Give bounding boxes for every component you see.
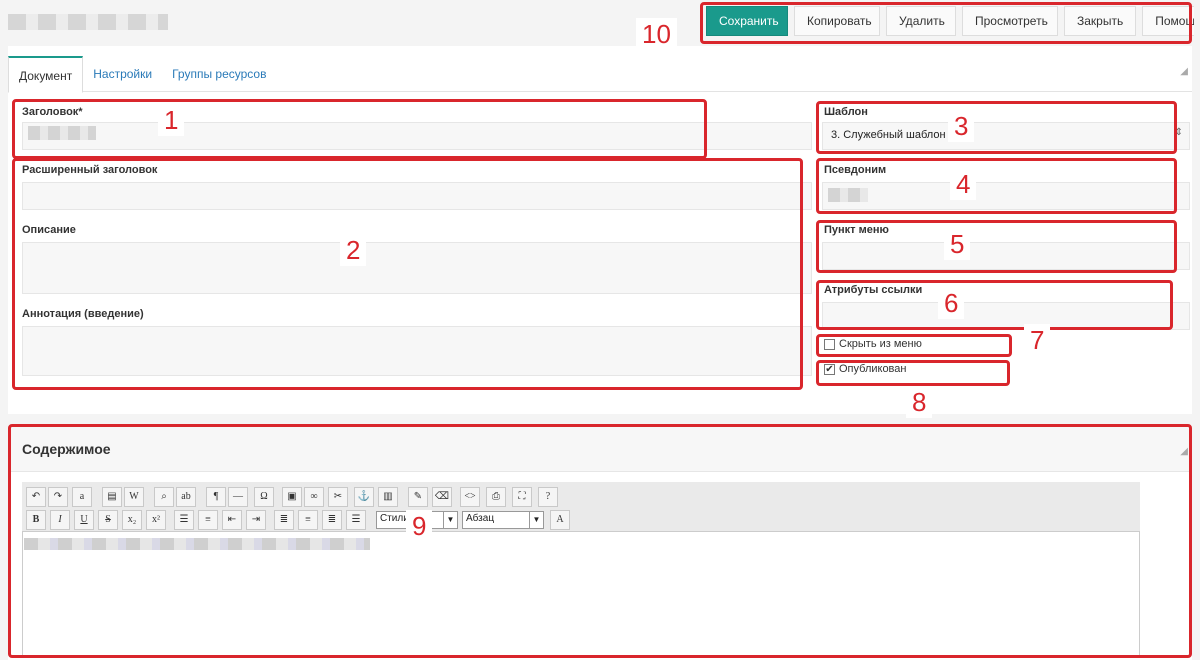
annotation-number-10: 10 [636,18,677,50]
annotation-number-4: 4 [950,168,977,200]
tab-document[interactable]: Документ [8,56,84,93]
annotation-box-1 [12,99,707,159]
annotation-number-6: 6 [938,287,965,319]
annotation-number-1: 1 [158,104,185,136]
document-title-blurred [8,14,168,30]
tab-resource-groups[interactable]: Группы ресурсов [162,56,276,92]
annotation-box-10 [700,2,1192,44]
annotation-number-9: 9 [406,510,433,542]
annotation-box-2 [12,158,803,390]
annotation-box-5 [816,220,1177,273]
annotation-box-8 [816,360,1010,386]
annotation-number-2: 2 [340,234,367,266]
annotation-box-9 [8,424,1192,658]
annotation-number-7: 7 [1024,324,1051,356]
annotation-number-5: 5 [944,228,971,260]
annotation-box-6 [816,280,1173,330]
annotation-box-4 [816,158,1177,214]
annotation-number-8: 8 [906,386,933,418]
collapse-icon[interactable]: ◢ [1180,66,1188,77]
tab-bar: Документ Настройки Группы ресурсов [8,56,1192,93]
tab-settings[interactable]: Настройки [83,56,162,92]
annotation-box-3 [816,101,1177,154]
annotation-box-7 [816,334,1012,357]
annotation-number-3: 3 [948,110,975,142]
